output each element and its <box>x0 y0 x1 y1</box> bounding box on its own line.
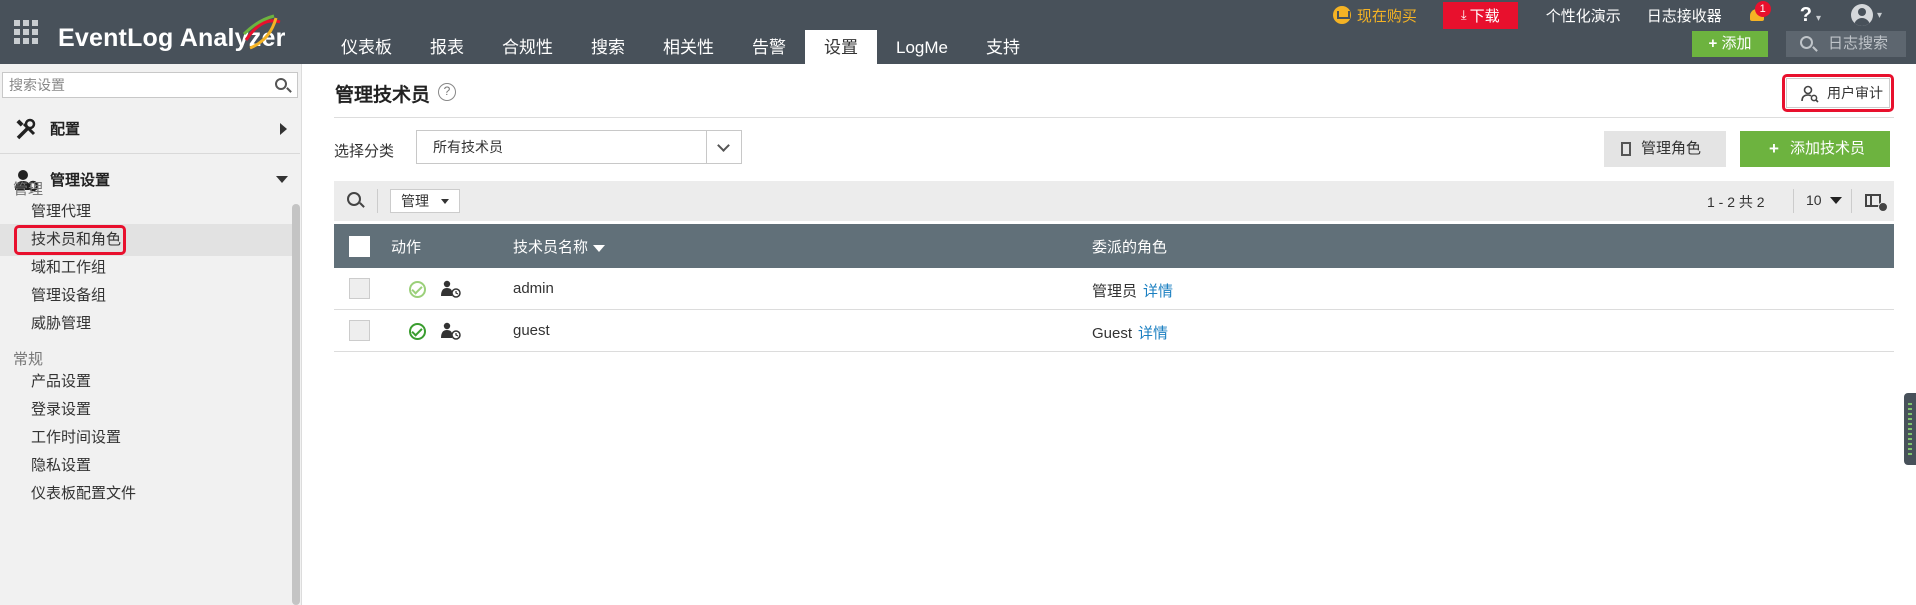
per-page-select[interactable]: 10 <box>1806 192 1842 208</box>
main-nav: 仪表板 报表 合规性 搜索 相关性 告警 设置 LogMe 支持 <box>322 30 1039 64</box>
select-all-checkbox[interactable] <box>349 236 370 257</box>
manage-roles-label: 管理角色 <box>1641 140 1702 157</box>
sidebar-scrollbar[interactable] <box>292 204 300 605</box>
personalize-demo-link[interactable]: 个性化演示 <box>1546 5 1621 26</box>
pagination-text: 1 - 2 共 2 <box>1707 194 1765 210</box>
user-avatar-icon <box>1850 4 1873 26</box>
sidebar-item-threat-management[interactable]: 威胁管理 <box>0 308 294 340</box>
notification-bell-icon[interactable]: 1 <box>1748 1 1771 25</box>
tab-logme[interactable]: LogMe <box>877 30 967 64</box>
category-value: 所有技术员 <box>433 139 503 155</box>
top-links: 现在购买 ⤓ 下载 个性化演示 日志接收器 1 ? ▾ ▾ <box>1332 0 1916 30</box>
chevron-down-icon <box>276 175 288 183</box>
row-checkbox[interactable] <box>349 320 370 341</box>
divider <box>1851 189 1852 213</box>
add-technician-button[interactable]: + 添加技术员 <box>1740 131 1890 167</box>
download-label: 下载 <box>1469 7 1500 25</box>
app-grid-icon[interactable] <box>14 20 38 44</box>
log-receiver-link[interactable]: 日志接收器 <box>1647 5 1722 26</box>
manage-dropdown[interactable]: 管理 <box>390 189 460 213</box>
chevron-down-icon: ▾ <box>1815 12 1821 24</box>
user-history-icon[interactable] <box>441 280 461 298</box>
tab-support[interactable]: 支持 <box>967 30 1039 64</box>
add-button[interactable]: + 添加 <box>1692 31 1768 57</box>
search-icon[interactable] <box>275 78 287 90</box>
download-button[interactable]: ⤓ 下载 <box>1442 1 1518 29</box>
log-search-input[interactable]: 日志搜索 <box>1786 31 1906 57</box>
chevron-right-icon <box>280 122 287 135</box>
tab-settings[interactable]: 设置 <box>805 30 877 64</box>
enable-status-icon[interactable] <box>409 323 426 340</box>
cart-icon <box>1332 6 1351 24</box>
top-bar: EventLog Analyzer 仪表板 报表 合规性 搜索 相关性 告警 设… <box>0 0 1916 64</box>
tab-compliance[interactable]: 合规性 <box>483 30 572 64</box>
table-header: 动作 技术员名称 委派的角色 <box>334 224 1894 268</box>
category-select[interactable]: 所有技术员 <box>416 130 742 164</box>
page-title: 管理技术员 <box>335 85 431 106</box>
assigned-role-cell: Guest 详情 <box>1092 322 1168 343</box>
download-icon: ⤓ <box>1460 7 1467 22</box>
table-row: admin 管理员 详情 <box>334 268 1894 310</box>
category-label: 选择分类 <box>334 143 395 160</box>
manage-roles-button[interactable]: 管理角色 <box>1604 131 1726 167</box>
column-settings-icon[interactable] <box>1865 194 1888 212</box>
tab-reports[interactable]: 报表 <box>411 30 483 64</box>
table-toolbar: 管理 1 - 2 共 2 10 <box>334 181 1894 221</box>
add-label: 添加 <box>1721 35 1752 52</box>
technician-name: guest <box>513 322 550 339</box>
document-icon <box>1621 142 1631 156</box>
column-header-actions: 动作 <box>391 239 422 256</box>
column-header-assigned-role: 委派的角色 <box>1092 239 1168 256</box>
user-audit-button[interactable]: 用户审计 <box>1786 78 1890 108</box>
chevron-down-icon <box>706 131 741 163</box>
user-search-icon <box>1801 85 1819 103</box>
role-details-link[interactable]: 详情 <box>1143 283 1173 300</box>
buy-now-link[interactable]: 现在购买 <box>1332 5 1417 26</box>
tab-correlation[interactable]: 相关性 <box>644 30 733 64</box>
sidebar-section-label: 管理设置 <box>50 171 111 189</box>
assigned-role: 管理员 <box>1092 283 1138 300</box>
sort-desc-icon <box>593 244 606 252</box>
settings-sidebar: 搜索设置 配置 管理设置 管理 管理代理 技术员和角色 域和工作组 管理设备组 … <box>0 64 302 605</box>
logo-swoosh-icon <box>242 14 281 50</box>
help-icon[interactable]: ? <box>438 83 456 101</box>
enable-status-icon[interactable] <box>409 281 426 298</box>
sidebar-item-dashboard-profiles[interactable]: 仪表板配置文件 <box>0 478 294 510</box>
buy-now-label: 现在购买 <box>1356 7 1417 25</box>
log-search-placeholder: 日志搜索 <box>1828 35 1889 52</box>
column-header-technician-name[interactable]: 技术员名称 <box>513 236 606 257</box>
side-panel-handle[interactable] <box>1904 393 1916 465</box>
column-header-label: 技术员名称 <box>513 239 589 256</box>
divider <box>334 117 1894 118</box>
search-icon <box>1800 36 1813 49</box>
divider <box>1793 189 1794 213</box>
sidebar-section-configuration[interactable]: 配置 <box>0 104 300 154</box>
tab-dashboard[interactable]: 仪表板 <box>322 30 411 64</box>
add-technician-label: 添加技术员 <box>1790 140 1866 157</box>
settings-search-input[interactable]: 搜索设置 <box>2 72 298 98</box>
tab-search[interactable]: 搜索 <box>572 30 644 64</box>
table-row: guest Guest 详情 <box>334 310 1894 352</box>
row-checkbox[interactable] <box>349 278 370 299</box>
main-content: 管理技术员 ? 用户审计 选择分类 所有技术员 管理角色 + 添加技术员 管理 … <box>302 64 1916 605</box>
user-menu[interactable]: ▾ <box>1850 4 1882 26</box>
search-icon[interactable] <box>347 192 361 206</box>
role-details-link[interactable]: 详情 <box>1138 325 1168 342</box>
tab-alerts[interactable]: 告警 <box>733 30 805 64</box>
technician-name: admin <box>513 280 554 297</box>
plus-icon: + <box>1769 139 1779 158</box>
notification-count: 1 <box>1754 1 1771 17</box>
assigned-role-cell: 管理员 详情 <box>1092 280 1173 301</box>
assigned-role: Guest <box>1092 325 1133 342</box>
sidebar-section-label: 配置 <box>50 121 81 138</box>
help-icon: ? <box>1799 3 1812 26</box>
settings-search-placeholder: 搜索设置 <box>9 77 65 93</box>
user-history-icon[interactable] <box>441 322 461 340</box>
divider <box>377 189 378 213</box>
chevron-down-icon: ▾ <box>1876 9 1882 21</box>
tools-icon <box>16 118 36 140</box>
user-audit-label: 用户审计 <box>1827 85 1883 101</box>
help-menu[interactable]: ? ▾ <box>1800 4 1821 27</box>
